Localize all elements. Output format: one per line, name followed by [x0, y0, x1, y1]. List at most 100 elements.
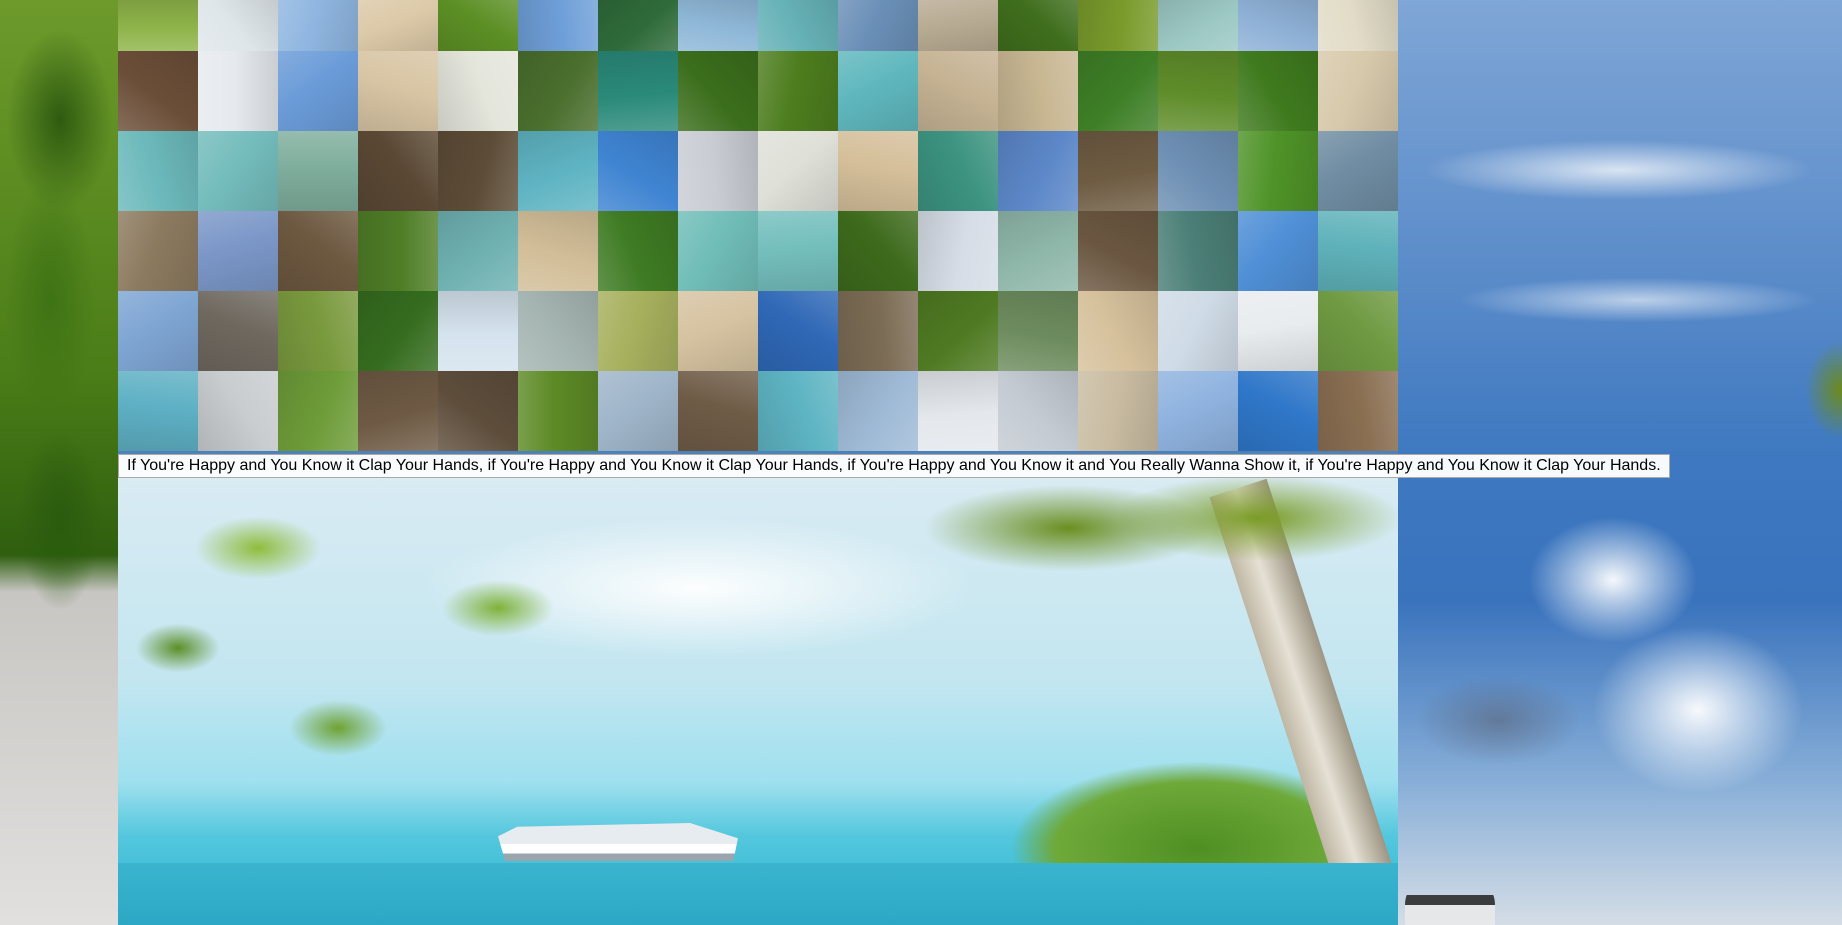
- puzzle-tile[interactable]: [758, 291, 838, 371]
- puzzle-tile[interactable]: [598, 131, 678, 211]
- puzzle-tile[interactable]: [278, 51, 358, 131]
- puzzle-tile[interactable]: [918, 0, 998, 51]
- puzzle-tile[interactable]: [918, 291, 998, 371]
- puzzle-tile[interactable]: [518, 51, 598, 131]
- puzzle-tile[interactable]: [198, 0, 278, 51]
- puzzle-tile[interactable]: [198, 131, 278, 211]
- puzzle-tile[interactable]: [918, 211, 998, 291]
- puzzle-tile[interactable]: [438, 371, 518, 451]
- puzzle-tile[interactable]: [1078, 211, 1158, 291]
- puzzle-tile-grid: [118, 0, 1398, 451]
- puzzle-tile[interactable]: [358, 291, 438, 371]
- puzzle-tile[interactable]: [518, 131, 598, 211]
- puzzle-tile[interactable]: [518, 371, 598, 451]
- puzzle-tile[interactable]: [998, 291, 1078, 371]
- puzzle-tile[interactable]: [1238, 0, 1318, 51]
- puzzle-tile[interactable]: [678, 131, 758, 211]
- puzzle-tile[interactable]: [358, 211, 438, 291]
- puzzle-tile[interactable]: [518, 0, 598, 51]
- puzzle-tile[interactable]: [1238, 371, 1318, 451]
- puzzle-tile[interactable]: [1078, 291, 1158, 371]
- puzzle-tile[interactable]: [198, 211, 278, 291]
- puzzle-tile[interactable]: [358, 371, 438, 451]
- puzzle-tile[interactable]: [838, 371, 918, 451]
- puzzle-tile[interactable]: [278, 0, 358, 51]
- puzzle-tile[interactable]: [758, 51, 838, 131]
- puzzle-tile[interactable]: [678, 371, 758, 451]
- puzzle-tile[interactable]: [1078, 51, 1158, 131]
- puzzle-tile[interactable]: [198, 371, 278, 451]
- puzzle-tile[interactable]: [1318, 291, 1398, 371]
- puzzle-tile[interactable]: [998, 0, 1078, 51]
- puzzle-tile[interactable]: [838, 0, 918, 51]
- puzzle-tile[interactable]: [438, 291, 518, 371]
- puzzle-tile[interactable]: [1078, 0, 1158, 51]
- puzzle-tile[interactable]: [918, 131, 998, 211]
- puzzle-tile[interactable]: [758, 211, 838, 291]
- scene-foreground-leaves: [118, 478, 578, 778]
- background-leaves-strip: [0, 0, 118, 925]
- puzzle-tile[interactable]: [758, 131, 838, 211]
- puzzle-tile[interactable]: [118, 131, 198, 211]
- puzzle-tile[interactable]: [1318, 131, 1398, 211]
- puzzle-tile[interactable]: [1078, 371, 1158, 451]
- puzzle-tile[interactable]: [358, 0, 438, 51]
- puzzle-tile[interactable]: [118, 371, 198, 451]
- puzzle-tile[interactable]: [1158, 291, 1238, 371]
- puzzle-tile[interactable]: [998, 51, 1078, 131]
- puzzle-tile[interactable]: [678, 291, 758, 371]
- puzzle-tile[interactable]: [1158, 51, 1238, 131]
- puzzle-tile[interactable]: [278, 131, 358, 211]
- puzzle-tile[interactable]: [1318, 0, 1398, 51]
- puzzle-tile[interactable]: [198, 291, 278, 371]
- puzzle-tile[interactable]: [1318, 211, 1398, 291]
- puzzle-tile[interactable]: [358, 51, 438, 131]
- puzzle-tile[interactable]: [598, 291, 678, 371]
- puzzle-tile[interactable]: [438, 131, 518, 211]
- puzzle-tile[interactable]: [278, 291, 358, 371]
- puzzle-tile[interactable]: [838, 291, 918, 371]
- puzzle-tile[interactable]: [1318, 371, 1398, 451]
- puzzle-tile[interactable]: [278, 211, 358, 291]
- puzzle-tile[interactable]: [598, 211, 678, 291]
- puzzle-tile[interactable]: [438, 211, 518, 291]
- puzzle-tile[interactable]: [358, 131, 438, 211]
- puzzle-tile[interactable]: [1158, 211, 1238, 291]
- puzzle-tile[interactable]: [198, 51, 278, 131]
- puzzle-tile[interactable]: [118, 51, 198, 131]
- puzzle-tile[interactable]: [1318, 51, 1398, 131]
- puzzle-tile[interactable]: [278, 371, 358, 451]
- puzzle-tile[interactable]: [918, 371, 998, 451]
- puzzle-tile[interactable]: [118, 0, 198, 51]
- puzzle-tile[interactable]: [598, 51, 678, 131]
- puzzle-tile[interactable]: [998, 371, 1078, 451]
- puzzle-tile[interactable]: [1078, 131, 1158, 211]
- puzzle-tile[interactable]: [118, 211, 198, 291]
- puzzle-tile[interactable]: [1238, 131, 1318, 211]
- puzzle-tile[interactable]: [838, 211, 918, 291]
- puzzle-tile[interactable]: [518, 291, 598, 371]
- puzzle-tile[interactable]: [838, 131, 918, 211]
- puzzle-tile[interactable]: [758, 0, 838, 51]
- puzzle-tile[interactable]: [1238, 211, 1318, 291]
- puzzle-tile[interactable]: [1158, 131, 1238, 211]
- puzzle-tile[interactable]: [598, 371, 678, 451]
- puzzle-tile[interactable]: [1238, 51, 1318, 131]
- puzzle-tile[interactable]: [678, 211, 758, 291]
- scene-palm-fronds: [898, 478, 1398, 668]
- puzzle-tile[interactable]: [598, 0, 678, 51]
- puzzle-tile[interactable]: [678, 0, 758, 51]
- puzzle-tile[interactable]: [438, 0, 518, 51]
- puzzle-tile[interactable]: [838, 51, 918, 131]
- puzzle-tile[interactable]: [998, 131, 1078, 211]
- puzzle-tile[interactable]: [1238, 291, 1318, 371]
- puzzle-tile[interactable]: [118, 291, 198, 371]
- puzzle-tile[interactable]: [678, 51, 758, 131]
- puzzle-tile[interactable]: [998, 211, 1078, 291]
- puzzle-tile[interactable]: [1158, 371, 1238, 451]
- puzzle-tile[interactable]: [438, 51, 518, 131]
- puzzle-tile[interactable]: [518, 211, 598, 291]
- puzzle-tile[interactable]: [918, 51, 998, 131]
- puzzle-tile[interactable]: [1158, 0, 1238, 51]
- puzzle-tile[interactable]: [758, 371, 838, 451]
